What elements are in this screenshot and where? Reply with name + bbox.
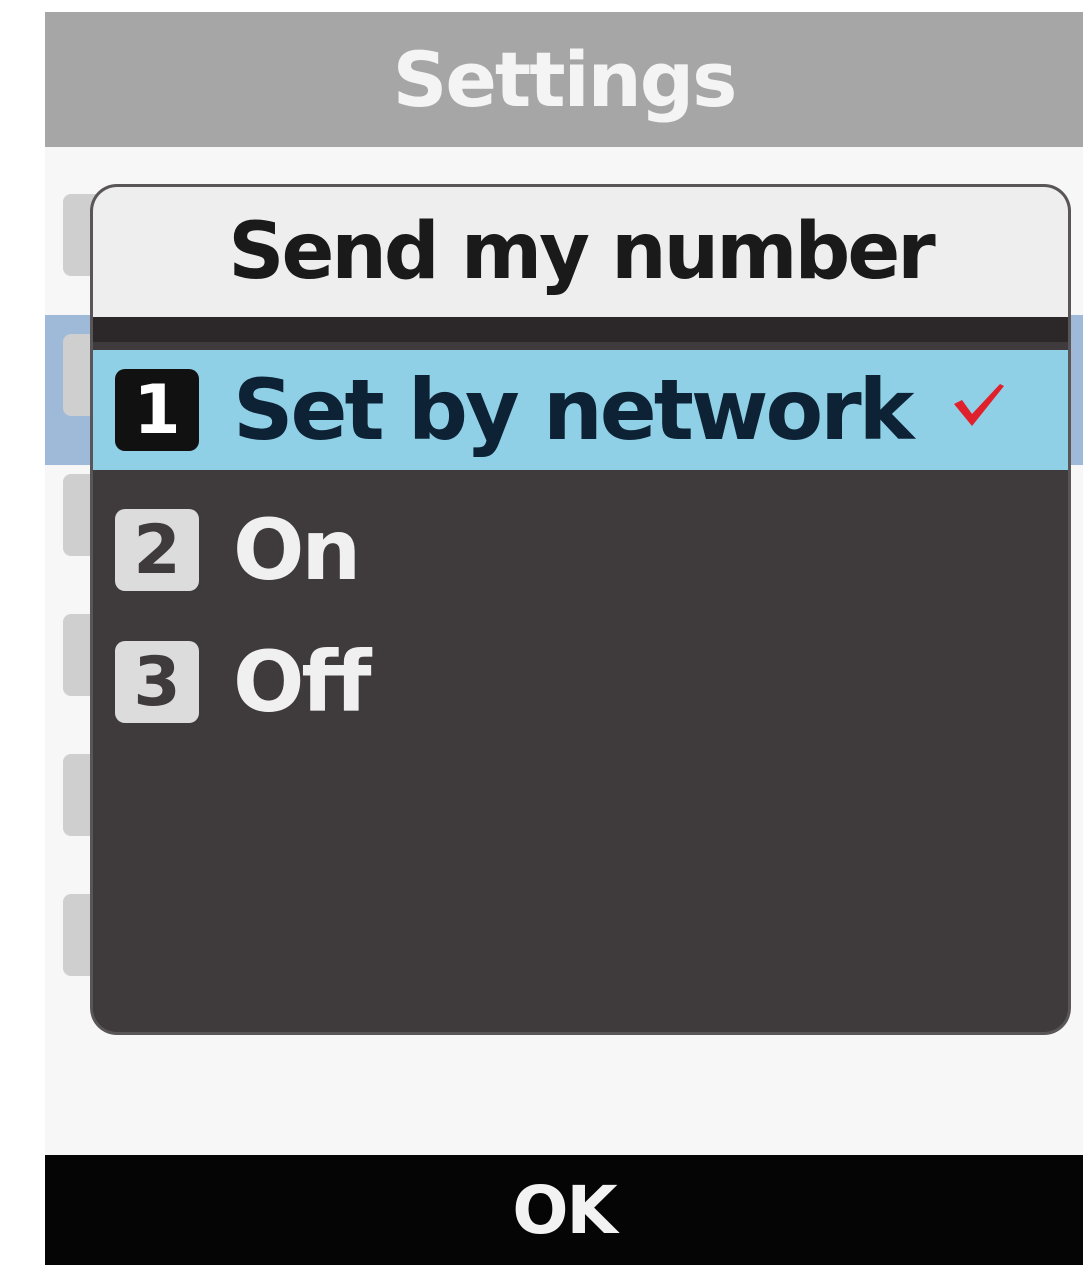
option-label: Off <box>233 633 371 731</box>
option-label: On <box>233 501 361 599</box>
option-number-badge: 3 <box>115 641 199 723</box>
option-number-badge: 2 <box>115 509 199 591</box>
phone-screen: Settings Send my number 1 Set by network… <box>45 12 1083 1265</box>
dialog-title: Send my number <box>93 187 1068 317</box>
option-off[interactable]: 3 Off <box>93 622 1068 742</box>
ok-softkey[interactable]: OK <box>45 1155 1083 1265</box>
option-set-by-network[interactable]: 1 Set by network <box>93 350 1068 470</box>
screen-title: Settings <box>45 12 1083 147</box>
option-on[interactable]: 2 On <box>93 490 1068 610</box>
dialog-title-divider <box>93 317 1068 342</box>
send-my-number-dialog: Send my number 1 Set by network 2 On 3 O… <box>93 187 1068 1032</box>
option-label: Set by network <box>233 361 915 459</box>
option-number-badge: 1 <box>115 369 199 451</box>
check-mark-icon <box>954 384 1004 426</box>
